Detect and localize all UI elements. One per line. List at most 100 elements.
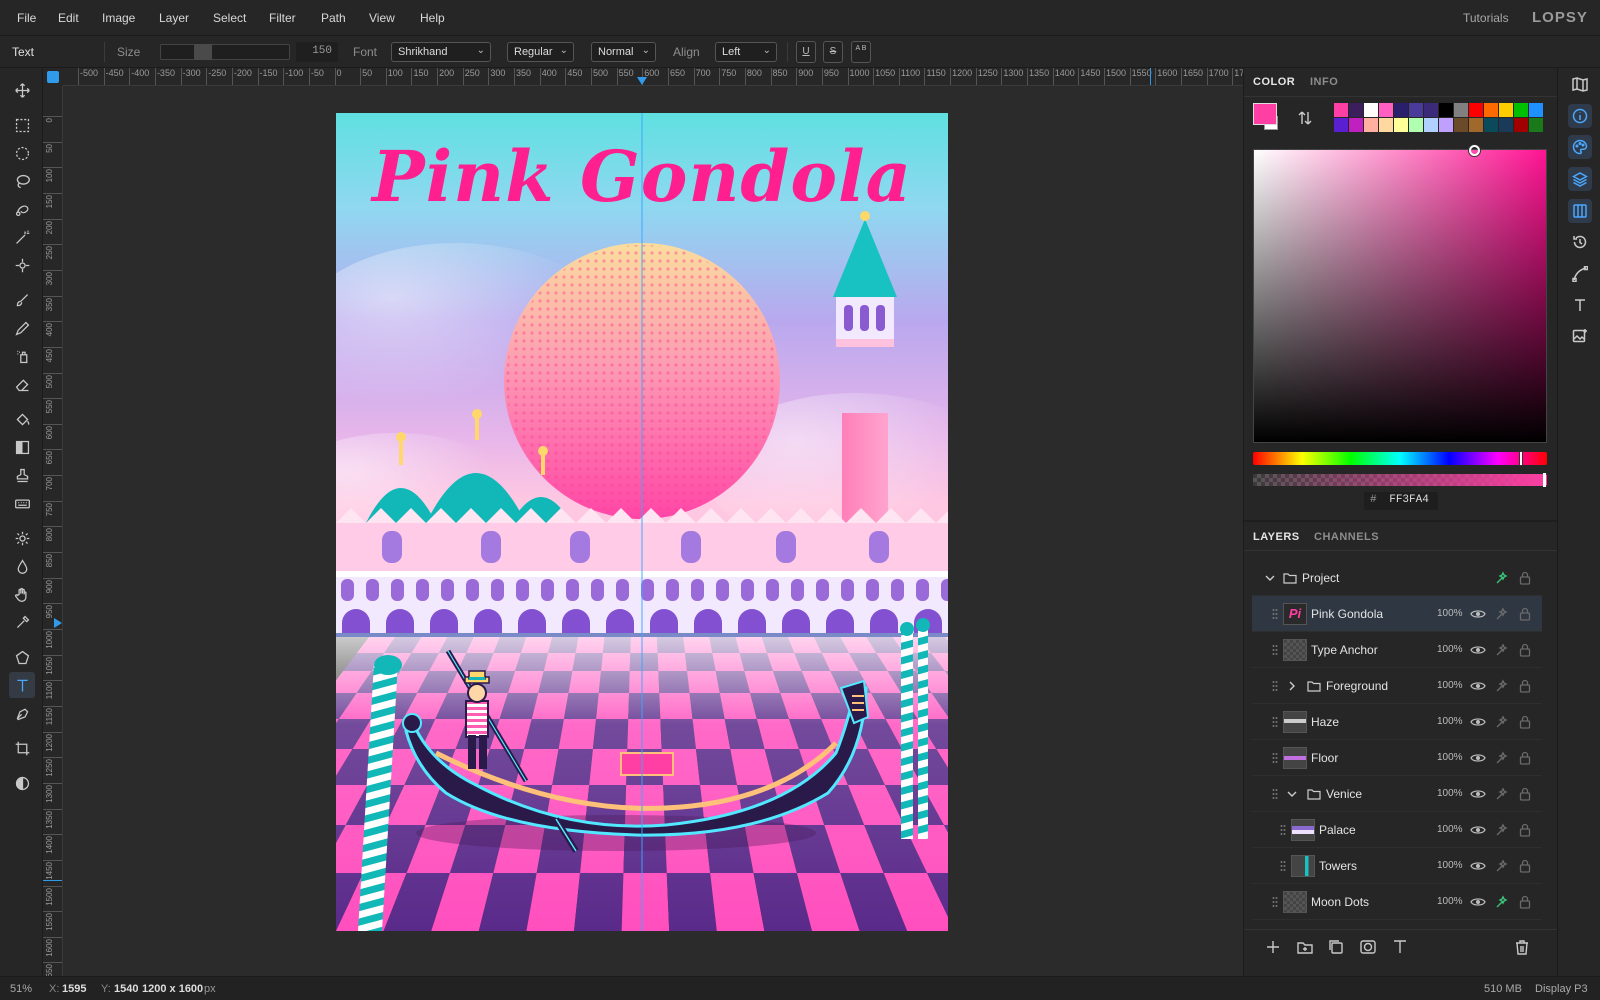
effects-icon[interactable] — [1495, 679, 1509, 693]
drag-handle-icon[interactable] — [1272, 752, 1278, 764]
blur-icon[interactable] — [9, 553, 35, 579]
font-style-select[interactable]: Regular ⌄ — [507, 42, 574, 62]
tab-layers[interactable]: LAYERS — [1253, 531, 1300, 543]
color-swatch[interactable] — [1409, 103, 1423, 117]
color-swatch[interactable] — [1529, 118, 1543, 132]
document-canvas[interactable]: Pink Gondola — [336, 113, 948, 931]
magic-wand-icon[interactable] — [9, 224, 35, 250]
menu-path[interactable]: Path — [321, 11, 346, 25]
color-swatch[interactable] — [1349, 103, 1363, 117]
case-button[interactable]: A B — [851, 41, 871, 63]
layer-row[interactable]: Venice 100% — [1252, 776, 1542, 812]
image-adjust-icon[interactable] — [1568, 324, 1592, 348]
clone-spray-icon[interactable] — [9, 343, 35, 369]
chevron-down-icon[interactable] — [1264, 571, 1276, 585]
color-swatch[interactable] — [1484, 118, 1498, 132]
lock-icon[interactable] — [1519, 679, 1531, 693]
tab-info[interactable]: INFO — [1310, 76, 1338, 88]
menu-layer[interactable]: Layer — [159, 11, 189, 25]
mask-button[interactable] — [1359, 938, 1379, 958]
color-swatch[interactable] — [1379, 118, 1393, 132]
hue-slider[interactable] — [1253, 451, 1547, 466]
color-swatch[interactable] — [1529, 103, 1543, 117]
eraser-icon[interactable] — [9, 371, 35, 397]
ruler-guide-marker[interactable] — [637, 77, 647, 85]
map-icon[interactable] — [1568, 72, 1592, 96]
color-swatch[interactable] — [1469, 103, 1483, 117]
vertical-ruler[interactable]: 0 50 100 150 200 250 300 350 400 450 500 550 600 650 7… — [43, 86, 63, 976]
duplicate-layer-button[interactable] — [1327, 938, 1347, 958]
drag-handle-icon[interactable] — [1272, 716, 1278, 728]
layer-row[interactable]: Floor 100% — [1252, 740, 1542, 776]
color-swatch[interactable] — [1499, 118, 1513, 132]
layer-opacity[interactable]: 100% — [1437, 644, 1463, 655]
move-icon[interactable] — [9, 77, 35, 103]
lock-icon[interactable] — [1519, 859, 1531, 873]
hex-input[interactable]: # FF3FA4 — [1364, 492, 1438, 510]
visibility-eye-icon[interactable] — [1470, 895, 1486, 909]
color-swatch[interactable] — [1454, 103, 1468, 117]
brush-icon[interactable] — [9, 287, 35, 313]
drag-handle-icon[interactable] — [1272, 788, 1278, 800]
drag-handle-icon[interactable] — [1272, 644, 1278, 656]
effects-icon[interactable] — [1495, 787, 1509, 801]
effects-icon[interactable] — [1495, 607, 1509, 621]
layer-row[interactable]: Type Anchor 100% — [1252, 632, 1542, 668]
hand-icon[interactable] — [9, 581, 35, 607]
quick-select-icon[interactable] — [9, 196, 35, 222]
color-swatch[interactable] — [1394, 118, 1408, 132]
effects-icon[interactable] — [1495, 571, 1509, 585]
palette-icon[interactable] — [1568, 135, 1592, 159]
color-swatch[interactable] — [1514, 103, 1528, 117]
channels-icon[interactable] — [1568, 199, 1592, 223]
underline-button[interactable]: U — [796, 41, 816, 63]
lock-icon[interactable] — [1519, 607, 1531, 621]
stamp-icon[interactable] — [9, 462, 35, 488]
menu-image[interactable]: Image — [102, 11, 135, 25]
layer-opacity[interactable]: 100% — [1437, 680, 1463, 691]
ruler-guide-marker[interactable] — [54, 618, 62, 628]
alpha-slider-handle[interactable] — [1543, 473, 1546, 487]
size-input[interactable]: 150 — [296, 42, 338, 62]
lock-icon[interactable] — [1519, 643, 1531, 657]
menu-select[interactable]: Select — [213, 11, 246, 25]
delete-layer-button[interactable] — [1513, 938, 1533, 958]
saturation-value-picker[interactable] — [1253, 145, 1547, 443]
pen-icon[interactable] — [9, 700, 35, 726]
effects-icon[interactable] — [1495, 823, 1509, 837]
picker-handle[interactable] — [1469, 145, 1480, 156]
spot-heal-icon[interactable] — [9, 252, 35, 278]
layer-row[interactable]: Moon Dots 100% — [1252, 884, 1542, 920]
color-swatch[interactable] — [1424, 118, 1438, 132]
lasso-icon[interactable] — [9, 168, 35, 194]
foreground-color-swatch[interactable] — [1253, 103, 1277, 125]
color-swatch[interactable] — [1469, 118, 1483, 132]
text-icon[interactable] — [9, 672, 35, 698]
drag-handle-icon[interactable] — [1272, 896, 1278, 908]
color-swatch[interactable] — [1484, 103, 1498, 117]
lock-icon[interactable] — [1519, 571, 1531, 585]
size-slider[interactable] — [160, 44, 290, 60]
add-layer-button[interactable] — [1264, 938, 1284, 958]
visibility-eye-icon[interactable] — [1470, 643, 1486, 657]
layer-opacity[interactable]: 100% — [1437, 788, 1463, 799]
visibility-eye-icon[interactable] — [1470, 715, 1486, 729]
new-group-button[interactable] — [1296, 938, 1316, 958]
visibility-eye-icon[interactable] — [1470, 679, 1486, 693]
drag-handle-icon[interactable] — [1272, 608, 1278, 620]
lock-icon[interactable] — [1519, 823, 1531, 837]
drag-handle-icon[interactable] — [1272, 680, 1278, 692]
path-icon[interactable] — [1568, 262, 1592, 286]
add-text-layer-button[interactable] — [1391, 938, 1411, 958]
size-slider-handle[interactable] — [194, 44, 212, 60]
layer-row[interactable]: Pi Pink Gondola 100% — [1252, 596, 1542, 632]
shape-icon[interactable] — [9, 644, 35, 670]
effects-icon[interactable] — [1495, 859, 1509, 873]
effects-icon[interactable] — [1495, 643, 1509, 657]
visibility-eye-icon[interactable] — [1470, 607, 1486, 621]
color-swatch[interactable] — [1394, 103, 1408, 117]
visibility-eye-icon[interactable] — [1470, 787, 1486, 801]
chevron-right-icon[interactable] — [1286, 679, 1298, 693]
visibility-eye-icon[interactable] — [1470, 751, 1486, 765]
menu-file[interactable]: File — [17, 11, 36, 25]
